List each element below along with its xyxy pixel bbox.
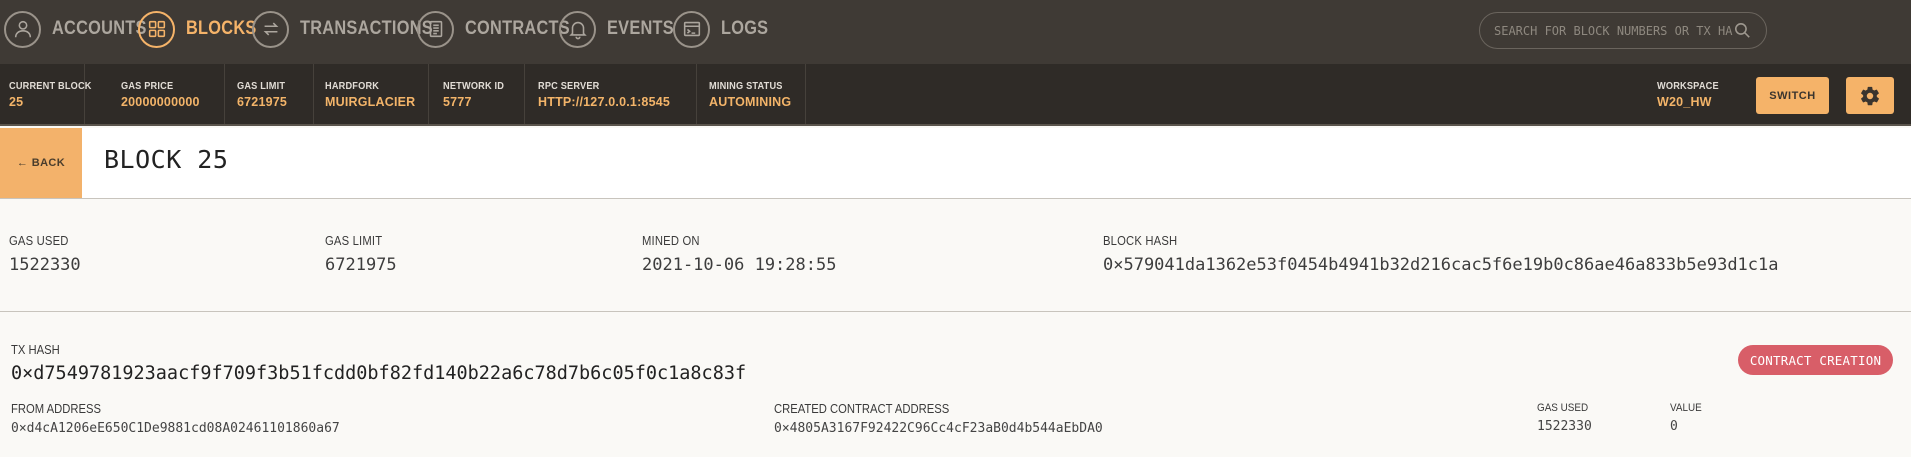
document-icon [417, 10, 454, 48]
block-hash: BLOCK HASH 0×579041da1362e53f0454b4941b3… [1103, 234, 1779, 275]
tx-from-address-value: 0×d4cA1206eE650C1De9881cd08A02461101860a… [11, 421, 340, 436]
page-title: BLOCK 25 [104, 145, 229, 174]
person-icon [4, 10, 41, 48]
gear-icon [1861, 86, 1879, 105]
stat-current-block-label: CURRENT BLOCK [9, 81, 92, 92]
nav-events-label: EVENTS [607, 18, 674, 39]
tx-gas-used: GAS USED 1522330 [1537, 402, 1594, 434]
stat-mining-status: MINING STATUS AUTOMINING [700, 64, 806, 124]
stat-rpc-server-value: HTTP://127.0.0.1:8545 [538, 95, 671, 109]
stat-hardfork: HARDFORK MUIRGLACIER [316, 64, 429, 124]
search-icon[interactable] [1733, 21, 1752, 40]
stat-workspace: WORKSPACE W20_HW [1648, 64, 1748, 124]
nav-accounts-label: ACCOUNTS [52, 18, 147, 39]
tx-created-contract-address: CREATED CONTRACT ADDRESS 0×4805A3167F924… [774, 402, 1103, 436]
stat-workspace-value: W20_HW [1657, 95, 1712, 109]
stat-gas-limit-label: GAS LIMIT [237, 81, 286, 92]
switch-workspace-button[interactable]: SWITCH [1756, 77, 1829, 114]
terminal-icon [673, 10, 710, 48]
stat-gas-limit-value: 6721975 [237, 95, 288, 109]
nav-events[interactable]: EVENTS [559, 0, 685, 58]
block-mined-on-value: 2021-10-06 19:28:55 [642, 255, 837, 275]
nav-contracts-label: CONTRACTS [465, 18, 570, 39]
block-gas-limit-value: 6721975 [325, 255, 397, 275]
block-gas-used-label: GAS USED [9, 234, 69, 248]
tx-gas-used-value: 1522330 [1537, 419, 1592, 434]
nav-blocks-label: BLOCKS [186, 18, 257, 39]
top-nav: ACCOUNTS BLOCKS TRANSACTIONS CONTRACTS E… [0, 0, 1911, 64]
block-mined-on-label: MINED ON [642, 234, 700, 248]
status-bar: CURRENT BLOCK 25 GAS PRICE 20000000000 G… [0, 64, 1911, 126]
bell-icon [559, 10, 596, 48]
stat-hardfork-label: HARDFORK [325, 81, 380, 92]
nav-blocks[interactable]: BLOCKS [138, 0, 268, 58]
tx-value-value: 0 [1670, 419, 1678, 434]
stat-network-id: NETWORK ID 5777 [434, 64, 525, 124]
swap-arrows-icon [252, 10, 289, 48]
stat-mining-status-value: AUTOMINING [709, 95, 792, 109]
stat-current-block-value: 25 [9, 95, 24, 109]
block-gas-used: GAS USED 1522330 [9, 234, 81, 275]
tx-gas-used-label: GAS USED [1537, 402, 1589, 414]
stat-gas-price-label: GAS PRICE [121, 81, 174, 92]
stat-gas-price: GAS PRICE 20000000000 [112, 64, 225, 124]
stat-mining-status-label: MINING STATUS [709, 81, 783, 92]
tx-from-address: FROM ADDRESS 0×d4cA1206eE650C1De9881cd08… [11, 402, 340, 436]
settings-button[interactable] [1846, 77, 1894, 114]
block-info: GAS USED 1522330 GAS LIMIT 6721975 MINED… [0, 200, 1911, 312]
stat-gas-price-value: 20000000000 [121, 95, 200, 109]
tx-created-contract-address-value: 0×4805A3167F92422C96Cc4cF23aB0d4b544aEbD… [774, 421, 1103, 436]
back-button[interactable]: ← BACK [0, 128, 82, 198]
stat-network-id-value: 5777 [443, 95, 472, 109]
nav-logs[interactable]: LOGS [673, 0, 776, 58]
block-hash-label: BLOCK HASH [1103, 234, 1178, 248]
nav-logs-label: LOGS [721, 18, 769, 39]
block-gas-used-value: 1522330 [9, 255, 81, 275]
stat-hardfork-value: MUIRGLACIER [325, 95, 416, 109]
transaction-item[interactable]: TX HASH 0×d7549781923aacf9f709f3b51fcdd0… [0, 313, 1911, 457]
block-gas-limit-label: GAS LIMIT [325, 234, 383, 248]
block-mined-on: MINED ON 2021-10-06 19:28:55 [642, 234, 836, 275]
tx-created-contract-address-label: CREATED CONTRACT ADDRESS [774, 402, 950, 416]
contract-creation-badge: CONTRACT CREATION [1738, 345, 1893, 375]
tx-value-label: VALUE [1670, 402, 1702, 414]
tx-from-address-label: FROM ADDRESS [11, 402, 102, 416]
stat-network-id-label: NETWORK ID [443, 81, 505, 92]
block-gas-limit: GAS LIMIT 6721975 [325, 234, 397, 275]
stat-workspace-label: WORKSPACE [1657, 81, 1719, 92]
stat-gas-limit: GAS LIMIT 6721975 [228, 64, 314, 124]
block-hash-value: 0×579041da1362e53f0454b4941b32d216cac5f6… [1103, 255, 1779, 275]
tx-hash-link[interactable]: 0×d7549781923aacf9f709f3b51fcdd0bf82fd14… [11, 363, 746, 384]
tx-value: VALUE 0 [1670, 402, 1705, 434]
search-box [1479, 12, 1767, 49]
block-header: ← BACK BLOCK 25 [0, 128, 1911, 199]
stat-rpc-server-label: RPC SERVER [538, 81, 600, 92]
stat-current-block: CURRENT BLOCK 25 [0, 64, 92, 124]
nav-transactions-label: TRANSACTIONS [300, 18, 433, 39]
tx-hash-label: TX HASH [11, 343, 60, 357]
grid-icon [138, 10, 175, 48]
stat-rpc-server: RPC SERVER HTTP://127.0.0.1:8545 [529, 64, 697, 124]
search-input[interactable] [1494, 23, 1733, 38]
